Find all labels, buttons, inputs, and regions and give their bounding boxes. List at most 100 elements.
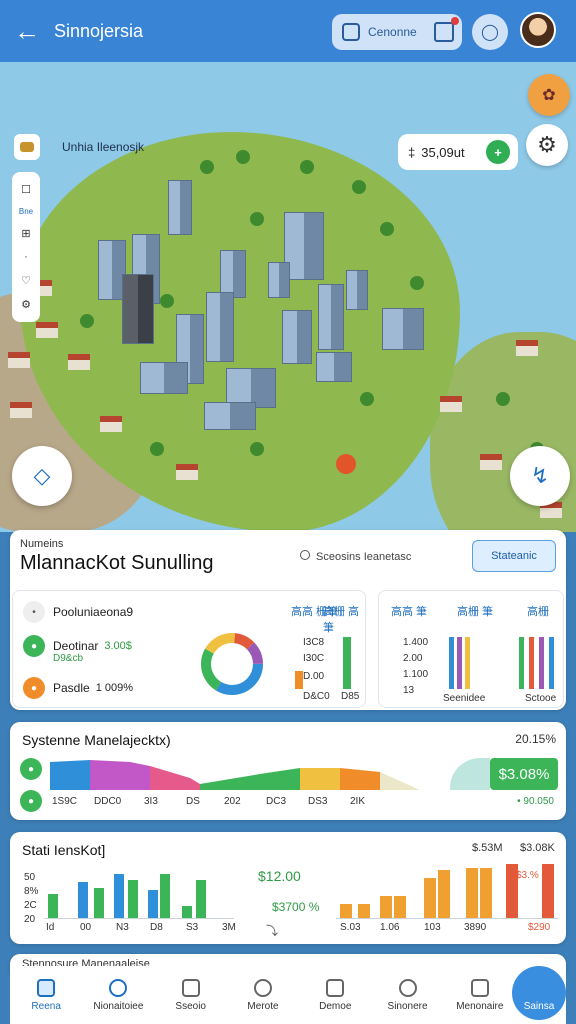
stats-bar (394, 896, 406, 918)
simulation-search[interactable]: Sceosins Ieanetasc (300, 550, 411, 563)
trend-icon: ↯ (530, 463, 550, 488)
detail-bar (529, 637, 534, 689)
stats-bar (340, 904, 352, 918)
map-tree (150, 442, 164, 456)
stats-y-label: 20 (24, 914, 36, 925)
detail-link[interactable]: 高高 筆 (391, 603, 427, 619)
back-button[interactable]: ← (0, 0, 54, 62)
search-button[interactable]: ◯ (472, 14, 508, 50)
systems-axis-label: 2IK (350, 796, 366, 807)
statistics-button[interactable]: Stateanic (472, 540, 556, 572)
area-band (50, 760, 90, 790)
settings-icon[interactable]: ⚙ (21, 298, 31, 311)
stats-x-label: D8 (150, 922, 163, 933)
clock-icon (398, 978, 417, 997)
gift-icon[interactable] (434, 17, 459, 42)
bar-tick: I30C (303, 653, 325, 664)
nav-item-home[interactable]: Reena (10, 966, 82, 1024)
area-band (90, 760, 150, 790)
map-house (440, 396, 462, 412)
dot-icon[interactable]: · (24, 251, 28, 263)
nav-item-search[interactable]: Merote (227, 966, 299, 1024)
systems-area-chart (50, 760, 420, 790)
stats-bar (480, 868, 492, 918)
map-tree (200, 160, 214, 174)
map-house (100, 416, 122, 432)
detail-tick: 1.100 (403, 669, 429, 680)
detail-bar (465, 637, 470, 689)
stats-x-label: 1.06 (380, 922, 400, 933)
stats-x-label: S3 (186, 922, 199, 933)
analytics-button[interactable]: ↯ (510, 446, 570, 506)
nav-item-world[interactable]: Nionaitoiee (82, 966, 154, 1024)
nav-label: Demoe (319, 1000, 352, 1012)
map-building (284, 212, 324, 280)
stats-x-label: 103 (424, 922, 441, 933)
grid-icon[interactable]: ⊞ (21, 227, 30, 240)
nav-item-clock[interactable]: Sinonere (371, 966, 443, 1024)
nav-label: Merote (247, 1000, 279, 1012)
map-tree (250, 212, 264, 226)
globe-icon (109, 978, 128, 997)
systems-area-tail (450, 758, 490, 790)
systems-status-icon: ● (20, 758, 42, 780)
build-tool-button[interactable]: ◇ (12, 446, 72, 506)
app-logo (14, 134, 40, 160)
map-building (140, 362, 188, 394)
detail-bar (449, 637, 454, 689)
bar-tick: I3C8 (303, 637, 325, 648)
bar-tick: D85 (341, 691, 360, 702)
avatar[interactable] (520, 12, 556, 48)
area-band (150, 766, 200, 790)
stats-bar (358, 904, 370, 918)
add-funds-button[interactable]: + (486, 140, 510, 164)
detail-link[interactable]: 高栅 筆 (457, 603, 493, 619)
map-building (316, 352, 352, 382)
profile-badge-button[interactable]: ✿ (528, 74, 570, 116)
nav-label: Reena (31, 1000, 61, 1012)
stats-x-label: 3890 (464, 922, 487, 933)
location-pin-icon[interactable] (336, 454, 356, 474)
systems-axis-label: DS3 (308, 796, 328, 807)
map-building (282, 310, 312, 364)
systems-badge: $3.08% (490, 758, 558, 790)
overview-link[interactable]: 高栅 高筆 (323, 603, 365, 635)
settings-button[interactable]: ⚙ (526, 124, 568, 166)
map-house (516, 340, 538, 356)
stats-x-label: N3 (116, 922, 129, 933)
map-house (480, 454, 502, 470)
stats-panel: Stati IensKot] $.53M $3.08K 50 8% 2C 20 … (10, 832, 566, 944)
map-building (268, 262, 290, 298)
nav-label: Sseoio (175, 1000, 206, 1012)
systems-sub-value: • 90.050 (517, 796, 554, 807)
city-map[interactable]: Unhia Ileenosjk ☐ Bne ⊞ · ♡ ⚙ ‡ 35⁠,09ut… (0, 62, 576, 532)
layers-icon[interactable]: ☐ (21, 183, 31, 196)
overview-title: Pooluniaeona9 (53, 605, 134, 619)
map-tree (352, 180, 366, 194)
balance-display[interactable]: ‡ 35⁠,09ut + (398, 134, 518, 170)
map-house (36, 322, 58, 338)
map-house (8, 352, 30, 368)
heart-icon[interactable]: ♡ (21, 274, 31, 287)
detail-bar (549, 637, 554, 689)
toolbar-label[interactable]: Bne (19, 207, 33, 216)
systems-axis-label: DS (186, 796, 200, 807)
stats-x-label: 00 (80, 922, 92, 933)
row-value: 3.00$ (104, 640, 132, 652)
detail-bar (539, 637, 544, 689)
header-search-pill[interactable]: Cenonne (332, 14, 462, 50)
stats-title: Stati IensKot] (22, 842, 106, 858)
map-tree (410, 276, 424, 290)
map-label: Unhia Ileenosjk (62, 140, 145, 154)
map-house (176, 464, 198, 480)
stats-bar (542, 864, 554, 918)
area-band (340, 768, 380, 790)
overview-card: • Pooluniaeona9 ● Deotinar 3.00$ D9&cb ●… (12, 590, 366, 708)
map-tree (160, 294, 174, 308)
bar-mark (343, 637, 351, 689)
detail-link[interactable]: 高栅 (527, 603, 549, 619)
city-fab-button[interactable]: Sainsa (512, 966, 566, 1020)
nav-item-grid[interactable]: Sseoio (155, 966, 227, 1024)
eraser-icon: ◇ (33, 463, 51, 488)
nav-item-box[interactable]: Demoe (299, 966, 371, 1024)
